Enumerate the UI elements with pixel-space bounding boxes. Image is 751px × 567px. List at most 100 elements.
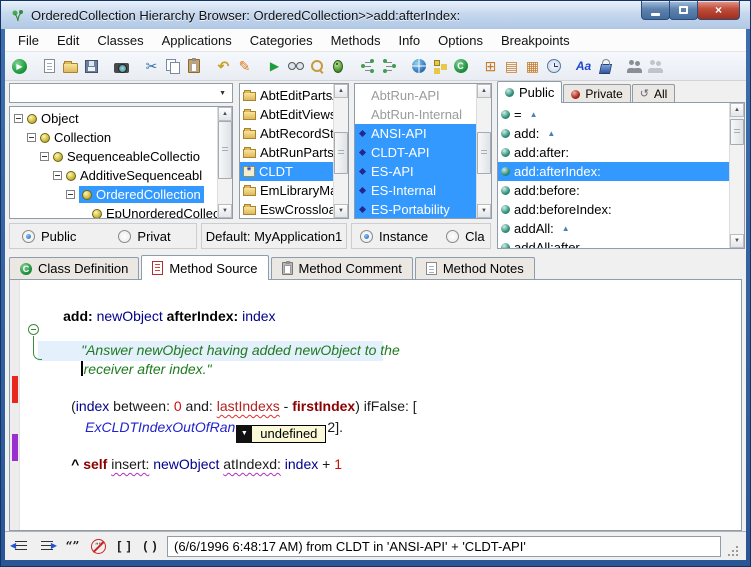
list-item-selected[interactable]: *CLDT xyxy=(240,162,348,181)
tree-item[interactable]: SequenceableCollectio xyxy=(10,147,232,166)
layout-icon[interactable]: ▤ xyxy=(501,55,522,77)
tab-method-source[interactable]: Method Source xyxy=(141,255,268,280)
titlebar[interactable]: OrderedCollection Hierarchy Browser: Ord… xyxy=(1,1,750,29)
scrollbar-thumb[interactable] xyxy=(334,132,348,174)
collapse-icon[interactable] xyxy=(66,190,75,199)
menu-edit[interactable]: Edit xyxy=(48,30,88,51)
outdent-icon[interactable]: ◀ xyxy=(11,538,30,554)
method-source-editor[interactable]: add: newObject afterIndex: index "Answer… xyxy=(9,279,742,531)
new-icon[interactable] xyxy=(39,55,60,77)
list-item[interactable]: AbtEditViewsApp xyxy=(240,105,348,124)
class-hierarchy-pane[interactable]: Object Collection SequenceableCollectio … xyxy=(9,106,233,219)
undo-icon[interactable]: ↶ xyxy=(213,55,234,77)
close-button[interactable]: × xyxy=(697,1,740,20)
inheritance-icon[interactable] xyxy=(378,55,399,77)
scroll-down-icon[interactable]: ▼ xyxy=(218,204,232,218)
search-icon[interactable] xyxy=(306,55,327,77)
methods-scrollbar[interactable]: ▲ ▼ xyxy=(729,103,744,248)
list-item-selected[interactable]: ES-Internal xyxy=(355,181,491,200)
paste-icon[interactable] xyxy=(183,55,204,77)
categories-pane[interactable]: AbtRun-API AbtRun-Internal ANSI-API CLDT… xyxy=(354,83,492,219)
menu-file[interactable]: File xyxy=(9,30,48,51)
scroll-up-icon[interactable]: ▲ xyxy=(730,103,744,117)
methods-pane[interactable]: =▲ add:▲ add:after: add:afterIndex: add:… xyxy=(497,102,745,249)
menu-info[interactable]: Info xyxy=(389,30,429,51)
indent-icon[interactable]: ▶ xyxy=(37,538,56,554)
tab-class-definition[interactable]: CClass Definition xyxy=(9,257,139,279)
list-item-disabled[interactable]: AbtRun-Internal xyxy=(355,105,491,124)
private-radio[interactable]: Privat xyxy=(118,229,170,244)
add-part-icon[interactable]: ⊞ xyxy=(480,55,501,77)
collapse-icon[interactable] xyxy=(40,152,49,161)
run-app-icon[interactable]: ▶ xyxy=(9,55,30,77)
method-item[interactable]: addAll:▲ xyxy=(498,219,744,238)
class-filter-combo[interactable]: ▼ xyxy=(9,83,233,103)
list-item-selected[interactable]: ANSI-API xyxy=(355,124,491,143)
scroll-up-icon[interactable]: ▲ xyxy=(477,84,491,98)
tab-method-notes[interactable]: Method Notes xyxy=(415,257,535,279)
pen-icon[interactable]: ✎ xyxy=(234,55,255,77)
class-radio[interactable]: Cla xyxy=(446,229,485,244)
method-item[interactable]: addAll:after xyxy=(498,238,744,249)
menu-applications[interactable]: Applications xyxy=(153,30,241,51)
warning-marker[interactable] xyxy=(12,434,18,461)
method-item-selected[interactable]: add:afterIndex: xyxy=(498,162,744,181)
error-marker[interactable] xyxy=(12,376,18,403)
list-item-disabled[interactable]: AbtRun-API xyxy=(355,86,491,105)
categories-scrollbar[interactable]: ▲ ▼ xyxy=(476,84,491,218)
web-icon[interactable] xyxy=(408,55,429,77)
scrollbar-thumb[interactable] xyxy=(218,121,232,179)
list-item[interactable]: AbtRunPartsApp xyxy=(240,143,348,162)
maximize-button[interactable] xyxy=(669,1,698,20)
run-icon[interactable]: ▶ xyxy=(264,55,285,77)
menu-classes[interactable]: Classes xyxy=(88,30,152,51)
instance-radio[interactable]: Instance xyxy=(360,229,428,244)
scroll-down-icon[interactable]: ▼ xyxy=(730,234,744,248)
public-radio[interactable]: Public xyxy=(22,229,76,244)
tree-scrollbar[interactable]: ▲ ▼ xyxy=(217,107,232,218)
cut-icon[interactable]: ✂ xyxy=(141,55,162,77)
screenshot-icon[interactable] xyxy=(111,55,132,77)
method-item[interactable]: add:before: xyxy=(498,181,744,200)
scroll-down-icon[interactable]: ▼ xyxy=(334,204,348,218)
list-item-selected[interactable]: ES-Portability xyxy=(355,200,491,219)
save-icon[interactable] xyxy=(81,55,102,77)
tree-item[interactable]: Collection xyxy=(10,128,232,147)
menu-breakpoints[interactable]: Breakpoints xyxy=(492,30,579,51)
parens-icon[interactable]: ( ) xyxy=(141,538,160,554)
tab-all[interactable]: ↺All xyxy=(632,84,676,103)
method-item[interactable]: add:after: xyxy=(498,143,744,162)
method-item[interactable]: =▲ xyxy=(498,105,744,124)
tab-public[interactable]: Public xyxy=(497,81,562,103)
tree-item[interactable]: Object xyxy=(10,109,232,128)
browse-icon[interactable] xyxy=(285,55,306,77)
list-item[interactable]: EswCrossloadingTo xyxy=(240,200,348,219)
minimize-button[interactable] xyxy=(641,1,670,20)
ownership-icon[interactable] xyxy=(429,55,450,77)
senders-icon[interactable] xyxy=(357,55,378,77)
menu-options[interactable]: Options xyxy=(429,30,492,51)
tab-method-comment[interactable]: Method Comment xyxy=(271,257,413,279)
groups-icon[interactable] xyxy=(645,55,666,77)
scroll-down-icon[interactable]: ▼ xyxy=(477,204,491,218)
open-icon[interactable] xyxy=(60,55,81,77)
users-icon[interactable] xyxy=(624,55,645,77)
scroll-up-icon[interactable]: ▲ xyxy=(334,84,348,98)
add-quotes-icon[interactable]: “” xyxy=(63,538,82,554)
time-icon[interactable] xyxy=(543,55,564,77)
copy-icon[interactable] xyxy=(162,55,183,77)
list-item-selected[interactable]: CLDT-API xyxy=(355,143,491,162)
font-icon[interactable]: Aa xyxy=(573,55,594,77)
method-item[interactable]: add:▲ xyxy=(498,124,744,143)
list-item[interactable]: AbtRecordStructure xyxy=(240,124,348,143)
collapse-icon[interactable] xyxy=(53,171,62,180)
menu-methods[interactable]: Methods xyxy=(322,30,390,51)
class-definition-icon[interactable]: C xyxy=(450,55,471,77)
method-item[interactable]: add:beforeIndex: xyxy=(498,200,744,219)
scroll-up-icon[interactable]: ▲ xyxy=(218,107,232,121)
chevron-down-icon[interactable]: ▼ xyxy=(219,90,226,97)
applications-pane[interactable]: AbtEditPartsApp AbtEditViewsApp AbtRecor… xyxy=(239,83,349,219)
collapse-icon[interactable] xyxy=(14,114,23,123)
list-item-selected[interactable]: ES-API xyxy=(355,162,491,181)
tab-private[interactable]: Private xyxy=(563,84,630,103)
